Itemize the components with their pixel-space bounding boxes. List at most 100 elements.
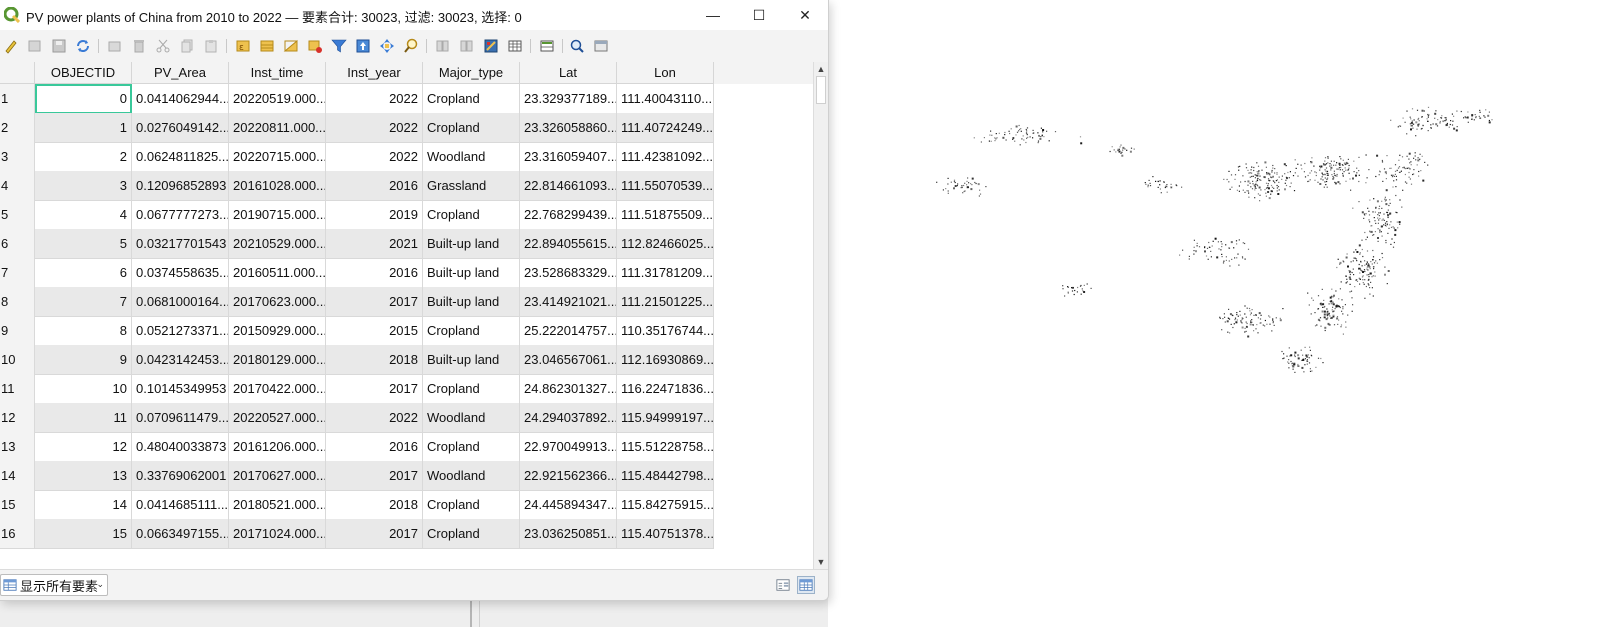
cell-lon[interactable]: 115.51228758...	[617, 432, 714, 462]
cell-major-type[interactable]: Grassland	[423, 171, 520, 201]
select-by-expression-icon[interactable]: ε	[234, 37, 252, 55]
table-row[interactable]: 8 7 0.0681000164... 20170623.000... 2017 Buil…	[0, 287, 735, 317]
new-field-icon[interactable]	[434, 37, 452, 55]
row-header[interactable]: 6	[0, 229, 35, 259]
move-selection-top-icon[interactable]	[354, 37, 372, 55]
row-header[interactable]: 1	[0, 84, 35, 114]
cell-major-type[interactable]: Cropland	[423, 200, 520, 230]
cell-lat[interactable]: 25.222014757...	[520, 316, 617, 346]
cell-lon[interactable]: 112.82466025...	[617, 229, 714, 259]
deselect-all-icon[interactable]	[306, 37, 324, 55]
cell-major-type[interactable]: Cropland	[423, 316, 520, 346]
select-all-icon[interactable]	[258, 37, 276, 55]
scrollbar-thumb[interactable]	[816, 76, 826, 104]
conditional-formatting-icon[interactable]	[506, 37, 524, 55]
cell-inst-time[interactable]: 20220715.000...	[229, 142, 326, 172]
cell-lat[interactable]: 24.445894347...	[520, 490, 617, 520]
reload-icon[interactable]	[74, 37, 92, 55]
cell-inst-time[interactable]: 20180521.000...	[229, 490, 326, 520]
cell-inst-year[interactable]: 2016	[326, 258, 423, 288]
cell-objectid[interactable]: 7	[35, 287, 132, 317]
cell-inst-time[interactable]: 20170422.000...	[229, 374, 326, 404]
table-row[interactable]: 2 1 0.0276049142... 20220811.000... 2022 Crop…	[0, 113, 735, 143]
column-header[interactable]: PV_Area	[132, 62, 229, 84]
cell-major-type[interactable]: Cropland	[423, 84, 520, 114]
cell-major-type[interactable]: Cropland	[423, 432, 520, 462]
table-row[interactable]: 9 8 0.0521273371... 20150929.000... 2015 Crop…	[0, 316, 735, 346]
cell-inst-year[interactable]: 2019	[326, 200, 423, 230]
cell-lon[interactable]: 111.51875509...	[617, 200, 714, 230]
cell-major-type[interactable]: Built-up land	[423, 229, 520, 259]
table-row[interactable]: 15 14 0.0414685111... 20180521.000... 2018 Cr…	[0, 490, 735, 520]
cell-objectid[interactable]: 10	[35, 374, 132, 404]
cell-objectid[interactable]: 2	[35, 142, 132, 172]
cell-pv-area[interactable]: 0.48040033873	[132, 432, 229, 462]
cell-lat[interactable]: 23.046567061...	[520, 345, 617, 375]
attribute-table[interactable]: OBJECTID PV_Area Inst_time Inst_year Maj…	[0, 62, 828, 569]
scroll-down-icon[interactable]: ▼	[814, 555, 828, 569]
table-row[interactable]: 10 9 0.0423142453... 20180129.000... 2018 Bui…	[0, 345, 735, 375]
cell-lon[interactable]: 110.35176744...	[617, 316, 714, 346]
cell-major-type[interactable]: Built-up land	[423, 258, 520, 288]
cell-major-type[interactable]: Cropland	[423, 490, 520, 520]
feature-filter-dropdown[interactable]: 显示所有要素 ⌄	[0, 574, 108, 596]
row-header[interactable]: 12	[0, 403, 35, 433]
cell-inst-time[interactable]: 20220527.000...	[229, 403, 326, 433]
cell-pv-area[interactable]: 0.03217701543	[132, 229, 229, 259]
delete-selected-icon[interactable]	[130, 37, 148, 55]
cell-inst-year[interactable]: 2017	[326, 461, 423, 491]
cell-objectid[interactable]: 9	[35, 345, 132, 375]
cell-major-type[interactable]: Built-up land	[423, 287, 520, 317]
cell-pv-area[interactable]: 0.10145349953	[132, 374, 229, 404]
cut-icon[interactable]	[154, 37, 172, 55]
zoom-to-selected-icon[interactable]	[402, 37, 420, 55]
filter-select-icon[interactable]	[330, 37, 348, 55]
row-header[interactable]: 16	[0, 519, 35, 549]
cell-inst-time[interactable]: 20170627.000...	[229, 461, 326, 491]
row-header[interactable]: 13	[0, 432, 35, 462]
cell-objectid[interactable]: 4	[35, 200, 132, 230]
maximize-button[interactable]: ☐	[736, 0, 782, 30]
row-header[interactable]: 15	[0, 490, 35, 520]
row-header[interactable]: 9	[0, 316, 35, 346]
minimize-button[interactable]: —	[690, 0, 736, 30]
cell-objectid[interactable]: 6	[35, 258, 132, 288]
cell-lat[interactable]: 23.326058860...	[520, 113, 617, 143]
toggle-editing-icon[interactable]	[2, 37, 20, 55]
cell-lon[interactable]: 111.31781209...	[617, 258, 714, 288]
cell-pv-area[interactable]: 0.0677777273...	[132, 200, 229, 230]
table-row[interactable]: 13 12 0.48040033873 20161206.000... 2016 Crop…	[0, 432, 735, 462]
copy-icon[interactable]	[178, 37, 196, 55]
cell-pv-area[interactable]: 0.0681000164...	[132, 287, 229, 317]
cell-pv-area[interactable]: 0.33769062001	[132, 461, 229, 491]
cell-lat[interactable]: 22.894055615...	[520, 229, 617, 259]
invert-selection-icon[interactable]	[282, 37, 300, 55]
cell-inst-year[interactable]: 2022	[326, 142, 423, 172]
cell-objectid[interactable]: 8	[35, 316, 132, 346]
row-header[interactable]: 8	[0, 287, 35, 317]
organize-columns-icon[interactable]	[592, 37, 610, 55]
cell-lat[interactable]: 22.814661093...	[520, 171, 617, 201]
cell-lat[interactable]: 23.329377189...	[520, 84, 617, 114]
cell-pv-area[interactable]: 0.0663497155...	[132, 519, 229, 549]
table-row[interactable]: 14 13 0.33769062001 20170627.000... 2017 Wood…	[0, 461, 735, 491]
row-header[interactable]: 4	[0, 171, 35, 201]
cell-lon[interactable]: 111.40043110...	[617, 84, 714, 114]
scroll-up-icon[interactable]: ▲	[814, 62, 828, 76]
cell-inst-year[interactable]: 2022	[326, 403, 423, 433]
corner-header[interactable]	[0, 62, 35, 84]
close-button[interactable]: ✕	[782, 0, 828, 30]
cell-objectid[interactable]: 14	[35, 490, 132, 520]
cell-inst-time[interactable]: 20161206.000...	[229, 432, 326, 462]
table-row[interactable]: 1 0 0.0414062944... 20220519.000... 2022 Crop…	[0, 84, 735, 114]
cell-inst-year[interactable]: 2017	[326, 287, 423, 317]
row-header[interactable]: 5	[0, 200, 35, 230]
column-header[interactable]: Lat	[520, 62, 617, 84]
cell-inst-time[interactable]: 20170623.000...	[229, 287, 326, 317]
cell-inst-year[interactable]: 2015	[326, 316, 423, 346]
cell-inst-year[interactable]: 2018	[326, 490, 423, 520]
cell-inst-time[interactable]: 20210529.000...	[229, 229, 326, 259]
table-row[interactable]: 6 5 0.03217701543 20210529.000... 2021 Built-…	[0, 229, 735, 259]
table-row[interactable]: 5 4 0.0677777273... 20190715.000... 2019 Crop…	[0, 200, 735, 230]
cell-inst-time[interactable]: 20160511.000...	[229, 258, 326, 288]
